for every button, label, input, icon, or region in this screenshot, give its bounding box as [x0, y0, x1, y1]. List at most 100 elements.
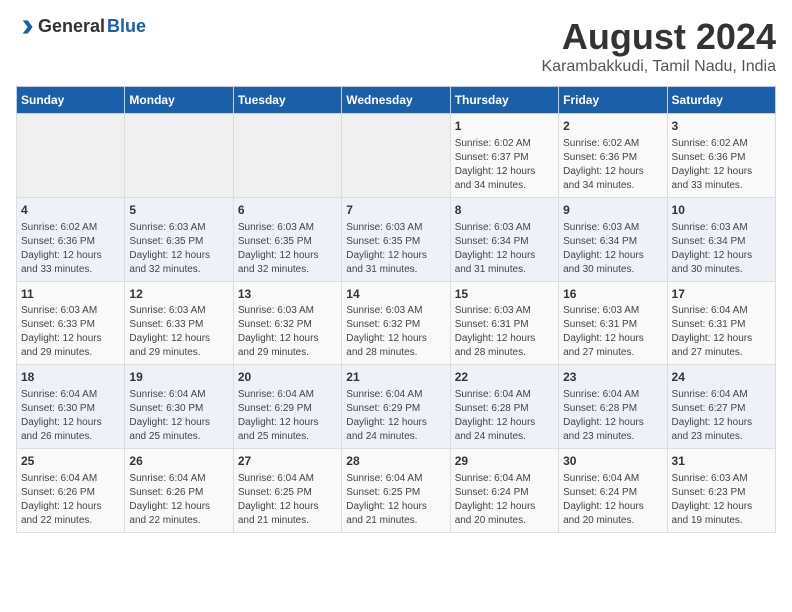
logo: General Blue [16, 16, 146, 37]
calendar-cell: 1 Sunrise: 6:02 AM Sunset: 6:37 PM Daylig… [450, 114, 558, 198]
calendar-cell [125, 114, 233, 198]
calendar-cell: 22 Sunrise: 6:04 AM Sunset: 6:28 PM Dayli… [450, 365, 558, 449]
day-number: 9 [563, 202, 662, 219]
calendar-cell: 6 Sunrise: 6:03 AM Sunset: 6:35 PM Daylig… [233, 197, 341, 281]
calendar-cell: 8Sunrise: 6:03 AM Sunset: 6:34 PM Daylig… [450, 197, 558, 281]
day-number: 14 [346, 286, 445, 303]
calendar-cell [342, 114, 450, 198]
day-number: 10 [672, 202, 771, 219]
calendar-cell: 16Sunrise: 6:03 AM Sunset: 6:31 PM Dayli… [559, 281, 667, 365]
day-info: Sunrise: 6:03 AM Sunset: 6:35 PM Dayligh… [238, 221, 337, 277]
page-header: General Blue August 2024 Karambakkudi, T… [16, 16, 776, 76]
calendar-cell: 25 Sunrise: 6:04 AM Sunset: 6:26 PM Dayli… [17, 449, 125, 533]
day-number: 28 [346, 453, 445, 470]
calendar-cell: 17Sunrise: 6:04 AM Sunset: 6:31 PM Dayli… [667, 281, 775, 365]
calendar-cell: 26 Sunrise: 6:04 AM Sunset: 6:26 PM Dayli… [125, 449, 233, 533]
calendar-cell: 21 Sunrise: 6:04 AM Sunset: 6:29 PM Dayli… [342, 365, 450, 449]
weekday-header: Wednesday [342, 87, 450, 114]
calendar-week-row: 25 Sunrise: 6:04 AM Sunset: 6:26 PM Dayli… [17, 449, 776, 533]
day-info: Sunrise: 6:02 AM Sunset: 6:36 PM Dayligh… [563, 137, 662, 193]
calendar-cell: 24Sunrise: 6:04 AM Sunset: 6:27 PM Dayli… [667, 365, 775, 449]
day-info: Sunrise: 6:03 AM Sunset: 6:35 PM Dayligh… [346, 221, 445, 277]
day-number: 17 [672, 286, 771, 303]
day-info: Sunrise: 6:03 AM Sunset: 6:31 PM Dayligh… [455, 304, 554, 360]
calendar-cell: 28 Sunrise: 6:04 AM Sunset: 6:25 PM Dayli… [342, 449, 450, 533]
day-number: 6 [238, 202, 337, 219]
calendar-cell: 27 Sunrise: 6:04 AM Sunset: 6:25 PM Dayli… [233, 449, 341, 533]
day-number: 8 [455, 202, 554, 219]
logo-general-text: General [38, 16, 105, 37]
calendar-cell: 23 Sunrise: 6:04 AM Sunset: 6:28 PM Dayli… [559, 365, 667, 449]
weekday-header: Thursday [450, 87, 558, 114]
day-info: Sunrise: 6:03 AM Sunset: 6:32 PM Dayligh… [238, 304, 337, 360]
calendar-cell: 3 Sunrise: 6:02 AM Sunset: 6:36 PM Daylig… [667, 114, 775, 198]
day-number: 26 [129, 453, 228, 470]
weekday-header: Saturday [667, 87, 775, 114]
day-number: 5 [129, 202, 228, 219]
day-number: 1 [455, 118, 554, 135]
day-info: Sunrise: 6:04 AM Sunset: 6:27 PM Dayligh… [672, 388, 771, 444]
day-number: 29 [455, 453, 554, 470]
day-info: Sunrise: 6:03 AM Sunset: 6:34 PM Dayligh… [672, 221, 771, 277]
day-number: 7 [346, 202, 445, 219]
calendar-cell: 31Sunrise: 6:03 AM Sunset: 6:23 PM Dayli… [667, 449, 775, 533]
day-info: Sunrise: 6:04 AM Sunset: 6:28 PM Dayligh… [563, 388, 662, 444]
calendar-cell: 20 Sunrise: 6:04 AM Sunset: 6:29 PM Dayli… [233, 365, 341, 449]
day-number: 30 [563, 453, 662, 470]
calendar-cell: 14Sunrise: 6:03 AM Sunset: 6:32 PM Dayli… [342, 281, 450, 365]
day-number: 11 [21, 286, 120, 303]
day-number: 23 [563, 369, 662, 386]
day-number: 21 [346, 369, 445, 386]
weekday-header: Monday [125, 87, 233, 114]
calendar-cell: 5Sunrise: 6:03 AM Sunset: 6:35 PM Daylig… [125, 197, 233, 281]
day-number: 3 [672, 118, 771, 135]
day-number: 19 [129, 369, 228, 386]
day-number: 18 [21, 369, 120, 386]
day-info: Sunrise: 6:04 AM Sunset: 6:30 PM Dayligh… [129, 388, 228, 444]
day-number: 22 [455, 369, 554, 386]
calendar-title: August 2024 [542, 16, 777, 58]
weekday-header: Tuesday [233, 87, 341, 114]
calendar-cell: 30Sunrise: 6:04 AM Sunset: 6:24 PM Dayli… [559, 449, 667, 533]
day-info: Sunrise: 6:03 AM Sunset: 6:31 PM Dayligh… [563, 304, 662, 360]
day-info: Sunrise: 6:04 AM Sunset: 6:31 PM Dayligh… [672, 304, 771, 360]
calendar-cell [233, 114, 341, 198]
day-info: Sunrise: 6:04 AM Sunset: 6:29 PM Dayligh… [346, 388, 445, 444]
calendar-cell: 19 Sunrise: 6:04 AM Sunset: 6:30 PM Dayli… [125, 365, 233, 449]
day-number: 20 [238, 369, 337, 386]
day-info: Sunrise: 6:04 AM Sunset: 6:29 PM Dayligh… [238, 388, 337, 444]
calendar-header: SundayMondayTuesdayWednesdayThursdayFrid… [17, 87, 776, 114]
day-info: Sunrise: 6:04 AM Sunset: 6:24 PM Dayligh… [455, 472, 554, 528]
day-info: Sunrise: 6:02 AM Sunset: 6:36 PM Dayligh… [21, 221, 120, 277]
calendar-cell: 18Sunrise: 6:04 AM Sunset: 6:30 PM Dayli… [17, 365, 125, 449]
calendar-cell: 13Sunrise: 6:03 AM Sunset: 6:32 PM Dayli… [233, 281, 341, 365]
day-info: Sunrise: 6:03 AM Sunset: 6:32 PM Dayligh… [346, 304, 445, 360]
day-info: Sunrise: 6:02 AM Sunset: 6:36 PM Dayligh… [672, 137, 771, 193]
day-info: Sunrise: 6:03 AM Sunset: 6:33 PM Dayligh… [21, 304, 120, 360]
day-number: 25 [21, 453, 120, 470]
day-info: Sunrise: 6:02 AM Sunset: 6:37 PM Dayligh… [455, 137, 554, 193]
day-number: 13 [238, 286, 337, 303]
logo-blue-text: Blue [107, 16, 146, 37]
day-info: Sunrise: 6:04 AM Sunset: 6:26 PM Dayligh… [21, 472, 120, 528]
calendar-cell: 29 Sunrise: 6:04 AM Sunset: 6:24 PM Dayli… [450, 449, 558, 533]
calendar-cell: 12Sunrise: 6:03 AM Sunset: 6:33 PM Dayli… [125, 281, 233, 365]
day-info: Sunrise: 6:04 AM Sunset: 6:25 PM Dayligh… [346, 472, 445, 528]
calendar-cell [17, 114, 125, 198]
day-number: 16 [563, 286, 662, 303]
day-info: Sunrise: 6:04 AM Sunset: 6:25 PM Dayligh… [238, 472, 337, 528]
weekday-header: Sunday [17, 87, 125, 114]
calendar-cell: 7 Sunrise: 6:03 AM Sunset: 6:35 PM Daylig… [342, 197, 450, 281]
calendar-cell: 2 Sunrise: 6:02 AM Sunset: 6:36 PM Daylig… [559, 114, 667, 198]
day-info: Sunrise: 6:04 AM Sunset: 6:26 PM Dayligh… [129, 472, 228, 528]
calendar-cell: 15Sunrise: 6:03 AM Sunset: 6:31 PM Dayli… [450, 281, 558, 365]
calendar-cell: 9Sunrise: 6:03 AM Sunset: 6:34 PM Daylig… [559, 197, 667, 281]
day-info: Sunrise: 6:03 AM Sunset: 6:23 PM Dayligh… [672, 472, 771, 528]
day-info: Sunrise: 6:04 AM Sunset: 6:28 PM Dayligh… [455, 388, 554, 444]
day-number: 2 [563, 118, 662, 135]
calendar-cell: 10 Sunrise: 6:03 AM Sunset: 6:34 PM Dayli… [667, 197, 775, 281]
day-number: 27 [238, 453, 337, 470]
calendar-body: 1 Sunrise: 6:02 AM Sunset: 6:37 PM Daylig… [17, 114, 776, 533]
weekday-header-row: SundayMondayTuesdayWednesdayThursdayFrid… [17, 87, 776, 114]
calendar-week-row: 4Sunrise: 6:02 AM Sunset: 6:36 PM Daylig… [17, 197, 776, 281]
